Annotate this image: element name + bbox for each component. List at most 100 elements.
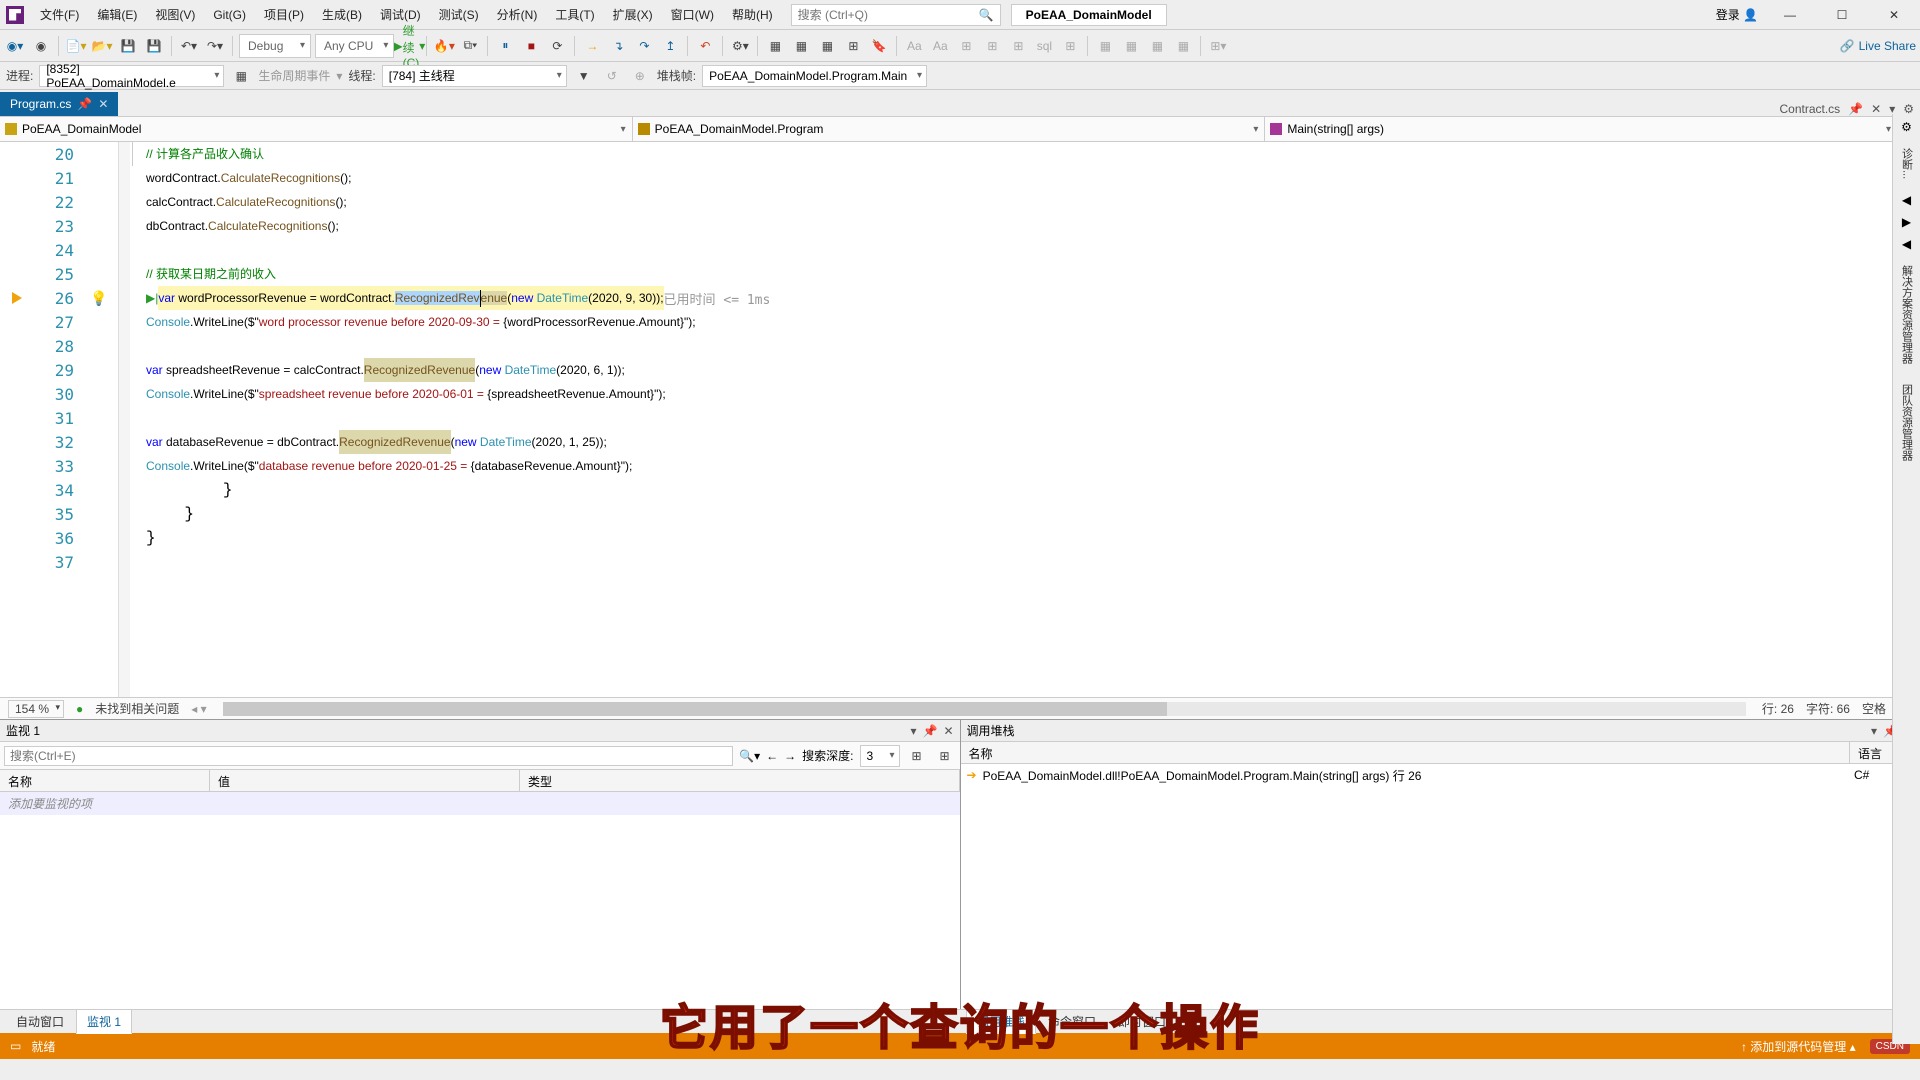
indent-indicator[interactable]: 空格 [1862, 700, 1886, 717]
bookmark-icon[interactable]: 🔖 [868, 35, 890, 57]
nav-fwd-icon[interactable]: → [784, 749, 796, 763]
menu-edit[interactable]: 编辑(E) [89, 2, 145, 27]
menu-tools[interactable]: 工具(T) [547, 2, 602, 27]
tab-watch1[interactable]: 监视 1 [76, 1009, 132, 1034]
minimize-button[interactable]: — [1770, 4, 1810, 26]
tab-immediate[interactable]: 即时窗口 [1108, 1010, 1176, 1033]
col-name[interactable]: 名称 [961, 742, 1851, 763]
chevron-icon[interactable]: ▶ [1902, 215, 1911, 229]
toolbar-icon[interactable]: ⊞ [981, 35, 1003, 57]
config-combo[interactable]: Debug [239, 34, 311, 58]
stackframe-combo[interactable]: PoEAA_DomainModel.Program.Main [702, 65, 927, 87]
pause-icon[interactable]: ⏸ [494, 35, 516, 57]
step-over-icon[interactable]: ↷ [633, 35, 655, 57]
close-button[interactable]: ✕ [1874, 4, 1914, 26]
tab-contract-cs[interactable]: Contract.cs [1780, 102, 1841, 116]
rt-diagnostics[interactable]: 诊断... [1896, 142, 1918, 185]
depth-combo[interactable]: 3 [860, 745, 900, 767]
tab-autos[interactable]: 自动窗口 [6, 1010, 74, 1033]
toolbar-icon[interactable]: ⚙▾ [729, 35, 751, 57]
save-all-icon[interactable]: 💾 [143, 35, 165, 57]
toolbar-icon[interactable]: ▦ [816, 35, 838, 57]
toolbar-icon[interactable]: ⊞ [955, 35, 977, 57]
platform-combo[interactable]: Any CPU [315, 34, 394, 58]
col-type[interactable]: 类型 [520, 770, 960, 791]
toolbar-icon[interactable]: ⊞ [906, 745, 928, 767]
toolbar-icon[interactable]: ⊞ [934, 745, 956, 767]
toolbar-icon[interactable]: ▦ [764, 35, 786, 57]
solution-name[interactable]: PoEAA_DomainModel [1011, 4, 1167, 26]
rt-solution-explorer[interactable]: 解决方案资源管理器 [1896, 259, 1918, 370]
menu-extensions[interactable]: 扩展(X) [605, 2, 661, 27]
process-combo[interactable]: [8352] PoEAA_DomainModel.e [39, 65, 224, 87]
chevron-icon[interactable]: ◀ [1902, 237, 1911, 251]
close-tab-icon[interactable]: ✕ [98, 97, 108, 111]
lifecycle-icon[interactable]: ▦ [230, 65, 252, 87]
rt-team-explorer[interactable]: 团队资源管理器 [1896, 378, 1918, 467]
show-next-icon[interactable]: → [581, 35, 603, 57]
zoom-combo[interactable]: 154 % [8, 700, 64, 718]
maximize-button[interactable]: ☐ [1822, 4, 1862, 26]
toolbar-icon[interactable]: ⊞ [1059, 35, 1081, 57]
toolbar-icon[interactable]: ⊞▾ [1207, 35, 1229, 57]
outline-margin[interactable] [118, 142, 130, 697]
code-editor[interactable]: 20 21 22 23 24 25 26 27 28 29 30 31 32 3… [0, 142, 1920, 697]
redo-icon[interactable]: ↷▾ [204, 35, 226, 57]
menu-view[interactable]: 视图(V) [147, 2, 203, 27]
signin-button[interactable]: 登录 👤 [1716, 6, 1758, 23]
menu-analyze[interactable]: 分析(N) [489, 2, 546, 27]
step-out-icon[interactable]: ↥ [659, 35, 681, 57]
new-item-icon[interactable]: 📄▾ [65, 35, 87, 57]
global-search[interactable]: 🔍 [791, 4, 1001, 26]
toolbar-icon[interactable]: ⊕ [629, 65, 651, 87]
line-indicator[interactable]: 行: 26 [1762, 700, 1794, 717]
nav-project[interactable]: PoEAA_DomainModel [0, 117, 633, 141]
watch-empty-row[interactable]: 添加要监视的项 [0, 792, 960, 815]
gear-icon[interactable]: ⚙ [1901, 120, 1912, 134]
close-icon[interactable]: ✕ [943, 724, 953, 738]
col-value[interactable]: 值 [210, 770, 520, 791]
toolbar-icon[interactable]: Aa [929, 35, 951, 57]
menu-test[interactable]: 测试(S) [431, 2, 487, 27]
menu-help[interactable]: 帮助(H) [724, 2, 781, 27]
back-nav-icon[interactable]: ◉▾ [4, 35, 26, 57]
toolbar-icon[interactable]: ↺ [601, 65, 623, 87]
open-icon[interactable]: 📂▾ [91, 35, 113, 57]
close-tab-icon[interactable]: ✕ [1871, 102, 1881, 116]
restart-icon[interactable]: ⟳ [546, 35, 568, 57]
toolbar-icon[interactable]: ▦ [1120, 35, 1142, 57]
toolbar-icon[interactable]: ⊞ [842, 35, 864, 57]
pin-icon[interactable]: 📌 [77, 97, 92, 111]
menu-window[interactable]: 窗口(W) [663, 2, 722, 27]
nav-class[interactable]: PoEAA_DomainModel.Program [633, 117, 1266, 141]
nav-back-icon[interactable]: ← [766, 749, 778, 763]
menu-git[interactable]: Git(G) [205, 4, 254, 26]
col-name[interactable]: 名称 [0, 770, 210, 791]
save-icon[interactable]: 💾 [117, 35, 139, 57]
chevron-icon[interactable]: ◀ [1902, 193, 1911, 207]
undo-icon[interactable]: ↶▾ [178, 35, 200, 57]
toolbar-icon[interactable]: ▦ [1172, 35, 1194, 57]
dropdown-icon[interactable]: ▾ [1871, 724, 1877, 738]
toolbar-icon[interactable]: ▦ [1094, 35, 1116, 57]
tab-callstack[interactable]: 调用堆栈 [966, 1009, 1036, 1034]
search-input[interactable] [792, 6, 973, 24]
scm-button[interactable]: ↑ 添加到源代码管理 ▴ [1741, 1038, 1856, 1055]
watch-search-input[interactable] [4, 746, 733, 766]
toolbar-icon[interactable]: ⊞ [1007, 35, 1029, 57]
nav-method[interactable]: Main(string[] args) [1265, 117, 1898, 141]
forward-nav-icon[interactable]: ◉ [30, 35, 52, 57]
thread-combo[interactable]: [784] 主线程 [382, 65, 567, 87]
continue-button[interactable]: ▶ 继续(C) ▾ [398, 35, 420, 57]
screenshot-icon[interactable]: ⧉▾ [459, 35, 481, 57]
dropdown-icon[interactable]: ▾ [910, 724, 916, 738]
step-into-icon[interactable]: ↴ [607, 35, 629, 57]
pin-icon[interactable]: 📌 [922, 724, 937, 738]
menu-build[interactable]: 生成(B) [314, 2, 370, 27]
stop-icon[interactable]: ■ [520, 35, 542, 57]
liveshare-button[interactable]: 🔗 Live Share [1840, 39, 1916, 53]
menu-project[interactable]: 项目(P) [256, 2, 312, 27]
char-indicator[interactable]: 字符: 66 [1806, 700, 1850, 717]
toolbar-icon[interactable]: ↶ [694, 35, 716, 57]
callstack-row[interactable]: ➔ PoEAA_DomainModel.dll!PoEAA_DomainMode… [961, 764, 1920, 786]
